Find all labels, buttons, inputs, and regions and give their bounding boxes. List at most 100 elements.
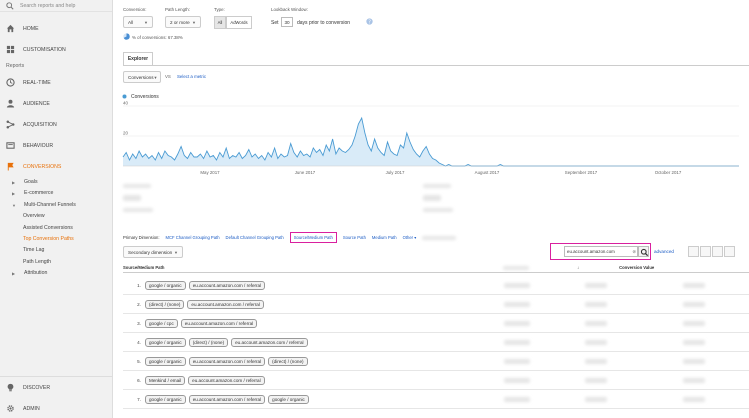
metric-select[interactable]: Conversions ▼	[123, 71, 161, 83]
pie-view-icon[interactable]	[700, 246, 711, 257]
dim-default[interactable]: Default Channel Grouping Path	[226, 235, 284, 240]
expand-arrow-icon: ▶	[12, 191, 16, 197]
sidebar-sub-ecommerce[interactable]: ▶ E-commerce	[0, 188, 112, 199]
sidebar-label: CUSTOMISATION	[23, 46, 66, 53]
table-row[interactable]: 6. Menkind / email eu.account.amazon.com /…	[123, 371, 749, 390]
path-chip: google / organic	[145, 280, 186, 290]
sidebar-sub-path-length[interactable]: Path Length	[0, 257, 112, 268]
path-chip: eu.account.amazon.com / referral	[188, 375, 265, 385]
expand-arrow-icon: ▶	[12, 271, 16, 277]
path-chip: eu.account.amazon.com / referral	[231, 337, 308, 347]
sidebar-sub-label: Attribution	[24, 270, 48, 277]
table-row[interactable]: 5. google / organic eu.account.amazon.com …	[123, 352, 749, 371]
row-number: 7.	[137, 396, 141, 402]
tab-explorer[interactable]: Explorer	[123, 52, 153, 65]
sidebar-sub-top-paths[interactable]: Top Conversion Paths	[0, 234, 112, 245]
path-chip: eu.account.amazon.com / referral	[188, 394, 266, 404]
sidebar-item-behaviour[interactable]: BEHAVIOUR	[0, 135, 112, 156]
row-number: 6.	[137, 377, 141, 383]
redacted-cell	[683, 397, 705, 402]
primary-dimension-row: Primary Dimension: MCF Channel Grouping …	[123, 232, 457, 243]
sidebar-sub-goals[interactable]: ▶ Goals	[0, 177, 112, 188]
table-row[interactable]: 1. google / organic eu.account.amazon.com …	[123, 276, 749, 295]
conversion-percent: % of conversions: 67.38%	[132, 35, 183, 40]
table-row[interactable]: 2. (direct) / (none) eu.account.amazon.com…	[123, 295, 749, 314]
redacted-cell	[683, 359, 705, 364]
behaviour-icon	[6, 142, 15, 149]
table-row[interactable]: 4. google / organic (direct) / (none) eu.ac…	[123, 333, 749, 352]
sidebar-item-admin[interactable]: ADMIN	[0, 398, 113, 418]
advanced-link[interactable]: advanced	[654, 249, 674, 254]
lookback-days-input[interactable]: 30	[281, 17, 293, 27]
set-label: Set	[271, 20, 279, 26]
redacted-summary	[123, 184, 151, 188]
collapse-arrow-icon: ▼	[12, 202, 16, 208]
type-label: Type:	[214, 7, 225, 12]
path-length-select[interactable]: 2 or more ▼	[165, 16, 201, 28]
table-view-icon[interactable]	[688, 246, 699, 257]
path-chip: Menkind / email	[145, 375, 186, 385]
clock-icon	[6, 78, 15, 87]
col-conversion-value[interactable]: Conversion Value	[619, 265, 654, 270]
chevron-down-icon: ▼	[144, 19, 148, 25]
sidebar-item-conversions[interactable]: CONVERSIONS	[0, 156, 112, 177]
search-placeholder: Search reports and help	[20, 2, 76, 9]
col-source-medium-path[interactable]: Source/Medium Path	[123, 265, 503, 270]
redacted-summary	[423, 195, 441, 201]
sidebar-item-realtime[interactable]: REAL-TIME	[0, 72, 112, 93]
sidebar-label: BEHAVIOUR	[23, 142, 54, 149]
type-all-button[interactable]: All	[214, 16, 226, 29]
sidebar-sub-attribution[interactable]: ▶ Attribution	[0, 268, 112, 279]
sidebar-sub-mcf[interactable]: ▼ Multi-Channel Funnels	[0, 200, 112, 211]
redacted-cell	[683, 378, 705, 383]
dim-medium[interactable]: Medium Path	[372, 235, 397, 240]
sidebar-item-acquisition[interactable]: ACQUISITION	[0, 114, 112, 135]
performance-view-icon[interactable]	[712, 246, 723, 257]
sidebar-item-customisation[interactable]: CUSTOMISATION	[0, 39, 112, 60]
x-tick-label: October 2017	[655, 170, 682, 175]
clear-icon[interactable]: ⊗	[632, 249, 636, 255]
sort-arrow-icon[interactable]: ↓	[577, 265, 579, 270]
sidebar-label: HOME	[23, 25, 39, 32]
conversion-label: Conversion:	[123, 7, 147, 12]
y-tick-label: 20	[123, 131, 128, 136]
search-icon	[640, 248, 648, 256]
secondary-dimension-select[interactable]: Secondary dimension ▼	[123, 246, 183, 258]
lookback-label: Lookback Window:	[271, 7, 308, 12]
table-search-input[interactable]: eu.account.amazon.com ⊗	[564, 246, 638, 257]
home-icon	[6, 24, 15, 33]
row-number: 5.	[137, 358, 141, 364]
dim-source-medium[interactable]: Source/Medium Path	[289, 232, 337, 243]
select-metric-link[interactable]: Select a metric	[177, 74, 206, 79]
x-tick-label: September 2017	[565, 170, 598, 175]
conversion-select[interactable]: All ▼	[123, 16, 153, 28]
dim-other[interactable]: Other ▾	[403, 235, 417, 240]
dim-source[interactable]: Source Path	[343, 235, 366, 240]
redacted-cell	[683, 302, 705, 307]
sidebar-item-audience[interactable]: AUDIENCE	[0, 93, 112, 114]
type-adwords-button[interactable]: AdWords	[226, 16, 252, 29]
path-length-value: 2 or more	[170, 19, 190, 25]
flag-icon	[7, 162, 14, 171]
sidebar-sub-label: Top Conversion Paths	[23, 235, 74, 242]
dim-mcf[interactable]: MCF Channel Grouping Path	[166, 235, 220, 240]
chevron-down-icon: ▼	[174, 249, 178, 255]
sidebar-item-discover[interactable]: DISCOVER	[0, 377, 113, 398]
legend-dot	[122, 94, 127, 99]
sidebar-item-home[interactable]: HOME	[0, 18, 112, 39]
table-row[interactable]: 7. google / organic eu.account.amazon.com …	[123, 390, 749, 409]
sidebar: Search reports and help HOME CUSTOMISATI…	[0, 0, 113, 418]
path-chip: eu.account.amazon.com / referral	[188, 280, 266, 290]
redacted-header	[503, 265, 529, 270]
lookback-suffix: days prior to conversion	[297, 20, 351, 26]
redacted-cell	[585, 283, 607, 288]
sidebar-sub-time-lag[interactable]: Time Lag	[0, 245, 112, 256]
comparison-view-icon[interactable]	[724, 246, 735, 257]
search-button[interactable]	[638, 246, 649, 257]
help-icon[interactable]: ?	[366, 18, 373, 25]
sidebar-sub-overview[interactable]: Overview	[0, 211, 112, 222]
sidebar-search[interactable]: Search reports and help	[0, 0, 112, 12]
sidebar-sub-label: E-commerce	[24, 190, 54, 197]
sidebar-sub-assisted[interactable]: Assisted Conversions	[0, 223, 112, 234]
table-row[interactable]: 3. google / cpc eu.account.amazon.com / re…	[123, 314, 749, 333]
